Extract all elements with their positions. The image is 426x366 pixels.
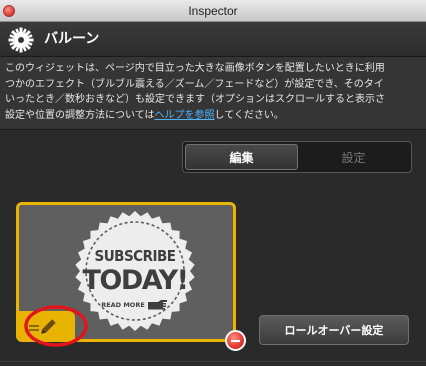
description-text: 設定や位置の調整方法については	[5, 109, 155, 121]
remove-widget-button[interactable]	[225, 330, 246, 351]
window-title: Inspector	[188, 4, 238, 18]
tab-settings[interactable]: 設定	[298, 144, 409, 170]
description-line: このウィジェットは、ページ内で目立った大きな画像ボタンを配置したいときに利用	[5, 63, 385, 74]
tab-edit[interactable]: 編集	[185, 144, 298, 170]
description-line: 設定や位置の調整方法についてはヘルプを参照してください。	[5, 108, 426, 124]
widget-description: このウィジェットは、ページ内で目立った大きな画像ボタンを配置したいときに利用 つ…	[0, 57, 426, 129]
description-line: つかのエフェクト（ブルブル震える／ズーム／フェードなど）が設定でき、そのタイ	[5, 78, 384, 90]
window-titlebar: Inspector	[0, 0, 426, 22]
gear-icon	[8, 27, 34, 53]
description-text: してください。	[214, 109, 284, 121]
rollover-settings-button[interactable]: ロールオーバー設定	[259, 315, 409, 345]
subscribe-badge-image: SUBSCRIBE TODAY! READ MORE	[75, 211, 195, 331]
badge-text-today: TODAY!	[83, 265, 188, 296]
description-line: いったとき／数秒おきなど）も設定できます（オプションはスクロールすると表示さ	[5, 94, 385, 105]
divider	[0, 129, 426, 130]
widget-title: バルーン	[44, 31, 100, 47]
divider	[0, 361, 426, 362]
badge-text-read-more: READ MORE	[101, 301, 145, 309]
mode-segmented-control: 編集 設定	[182, 141, 412, 173]
highlight-circle-annotation	[24, 305, 88, 347]
help-link[interactable]: ヘルプを参照	[155, 110, 215, 121]
badge-text-subscribe: SUBSCRIBE	[95, 247, 176, 265]
widget-header: バルーン	[0, 22, 426, 57]
